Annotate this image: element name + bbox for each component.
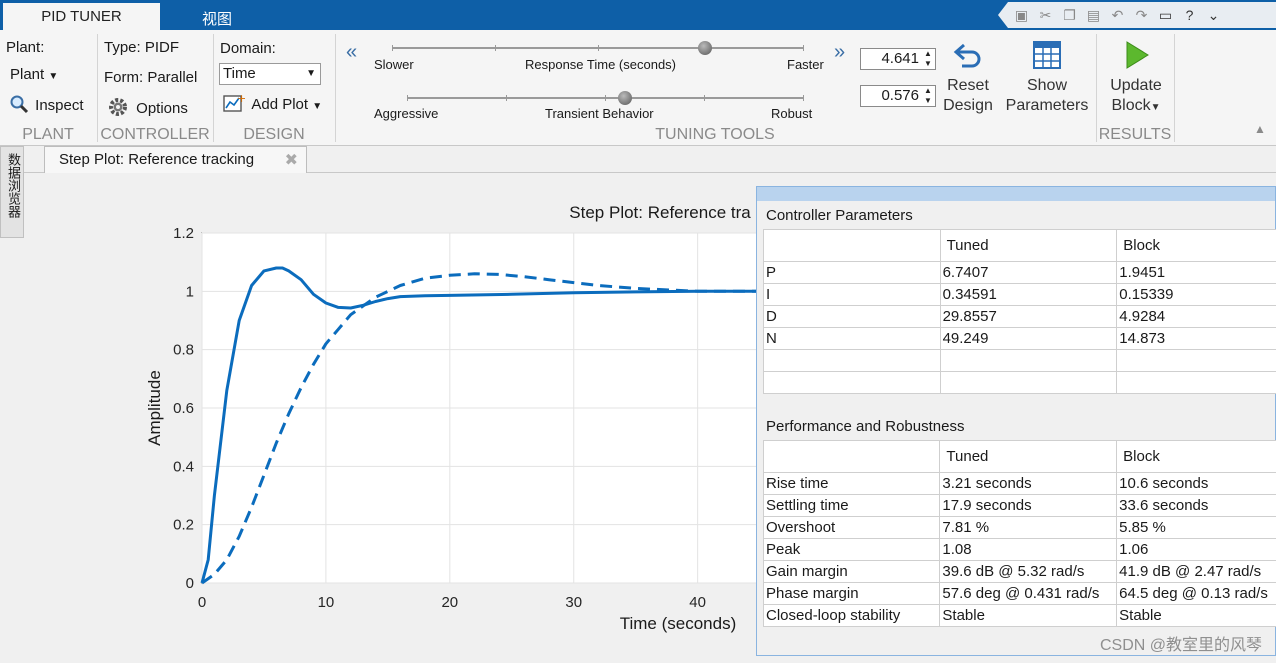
table-cell: 57.6 deg @ 0.431 rad/s bbox=[939, 582, 1118, 605]
watermark: CSDN @教室里的风琴 bbox=[1099, 637, 1262, 654]
controller-parameters-title: Controller Parameters bbox=[766, 207, 913, 224]
table-cell: 0.15339 bbox=[1116, 283, 1276, 306]
x-axis-label: Time (seconds) bbox=[620, 614, 737, 633]
table-cell: I bbox=[763, 283, 941, 306]
table-row bbox=[763, 371, 1276, 394]
table-cell: 0.34591 bbox=[939, 283, 1118, 306]
table-row bbox=[763, 349, 1276, 372]
y-tick-label: 0.2 bbox=[173, 517, 194, 534]
table-cell bbox=[763, 349, 941, 372]
column-header bbox=[763, 229, 941, 262]
table-row: Phase margin 57.6 deg @ 0.431 rad/s 64.5 d… bbox=[762, 582, 1276, 605]
table-row: Overshoot 7.81 % 5.85 % bbox=[762, 516, 1276, 539]
table-cell: 3.21 seconds bbox=[939, 472, 1118, 495]
table-cell: 64.5 deg @ 0.13 rad/s bbox=[1116, 582, 1276, 605]
x-tick-label: 40 bbox=[689, 594, 706, 611]
table-cell: 5.85 % bbox=[1116, 516, 1276, 539]
table-cell: Phase margin bbox=[762, 582, 941, 605]
performance-table: Tuned Block Rise time 3.21 seconds 10.6 seco… bbox=[762, 440, 1276, 627]
table-cell: P bbox=[763, 261, 941, 284]
table-cell: D bbox=[763, 305, 941, 328]
y-tick-label: 0.6 bbox=[173, 400, 194, 417]
chart-title: Step Plot: Reference tra bbox=[569, 203, 751, 222]
table-cell: 33.6 seconds bbox=[1116, 494, 1276, 517]
table-cell: 29.8557 bbox=[939, 305, 1118, 328]
column-header: Block bbox=[1116, 229, 1276, 262]
table-cell bbox=[1116, 371, 1276, 394]
table-cell: 14.873 bbox=[1116, 327, 1276, 350]
table-cell bbox=[939, 349, 1118, 372]
x-tick-label: 30 bbox=[565, 594, 582, 611]
table-row: I 0.34591 0.15339 bbox=[763, 283, 1276, 306]
table-header-row: Tuned Block bbox=[762, 440, 1276, 473]
table-cell: 39.6 dB @ 5.32 rad/s bbox=[939, 560, 1118, 583]
column-header: Block bbox=[1116, 440, 1276, 473]
y-tick-label: 1.2 bbox=[173, 225, 194, 242]
table-cell: 49.249 bbox=[939, 327, 1118, 350]
column-header: Tuned bbox=[939, 440, 1118, 473]
table-cell bbox=[1116, 349, 1276, 372]
parameters-panel: Controller Parameters Tuned Block P 6.7407 1… bbox=[756, 186, 1276, 656]
table-cell: 1.08 bbox=[939, 538, 1118, 561]
table-row: N 49.249 14.873 bbox=[763, 327, 1276, 350]
y-tick-label: 1 bbox=[186, 283, 194, 300]
table-cell: 41.9 dB @ 2.47 rad/s bbox=[1116, 560, 1276, 583]
table-row: D 29.8557 4.9284 bbox=[763, 305, 1276, 328]
y-tick-label: 0.8 bbox=[173, 342, 194, 359]
table-cell: 10.6 seconds bbox=[1116, 472, 1276, 495]
table-row: Rise time 3.21 seconds 10.6 seconds bbox=[762, 472, 1276, 495]
panel-header bbox=[757, 187, 1275, 201]
table-cell: 6.7407 bbox=[939, 261, 1118, 284]
table-row: Gain margin 39.6 dB @ 5.32 rad/s 41.9 dB @… bbox=[762, 560, 1276, 583]
table-cell: Peak bbox=[762, 538, 941, 561]
table-cell: Closed-loop stability bbox=[762, 604, 941, 627]
table-header-row: Tuned Block bbox=[763, 229, 1276, 262]
table-row: Peak 1.08 1.06 bbox=[762, 538, 1276, 561]
performance-title: Performance and Robustness bbox=[766, 418, 965, 435]
x-tick-label: 20 bbox=[441, 594, 458, 611]
table-cell: 1.9451 bbox=[1116, 261, 1276, 284]
table-cell: Overshoot bbox=[762, 516, 941, 539]
table-cell: 1.06 bbox=[1116, 538, 1276, 561]
controller-parameters-table: Tuned Block P 6.7407 1.9451 I 0.34591 0.15339 D 2… bbox=[763, 229, 1276, 394]
y-tick-label: 0 bbox=[186, 575, 194, 592]
table-cell: Stable bbox=[1116, 604, 1276, 627]
table-cell: Gain margin bbox=[762, 560, 941, 583]
table-cell: Rise time bbox=[762, 472, 941, 495]
y-axis-label: Amplitude bbox=[145, 370, 164, 446]
table-row: Settling time 17.9 seconds 33.6 seconds bbox=[762, 494, 1276, 517]
column-header: Tuned bbox=[939, 229, 1118, 262]
table-cell: 7.81 % bbox=[939, 516, 1118, 539]
table-cell: Stable bbox=[939, 604, 1118, 627]
table-cell bbox=[763, 371, 941, 394]
table-row: P 6.7407 1.9451 bbox=[763, 261, 1276, 284]
table-cell: 4.9284 bbox=[1116, 305, 1276, 328]
column-header bbox=[762, 440, 941, 473]
table-cell bbox=[939, 371, 1118, 394]
x-tick-label: 0 bbox=[198, 594, 206, 611]
x-tick-label: 10 bbox=[318, 594, 335, 611]
table-cell: Settling time bbox=[762, 494, 941, 517]
y-tick-label: 0.4 bbox=[173, 458, 194, 475]
table-row: Closed-loop stability Stable Stable bbox=[762, 604, 1276, 627]
table-cell: 17.9 seconds bbox=[939, 494, 1118, 517]
table-cell: N bbox=[763, 327, 941, 350]
